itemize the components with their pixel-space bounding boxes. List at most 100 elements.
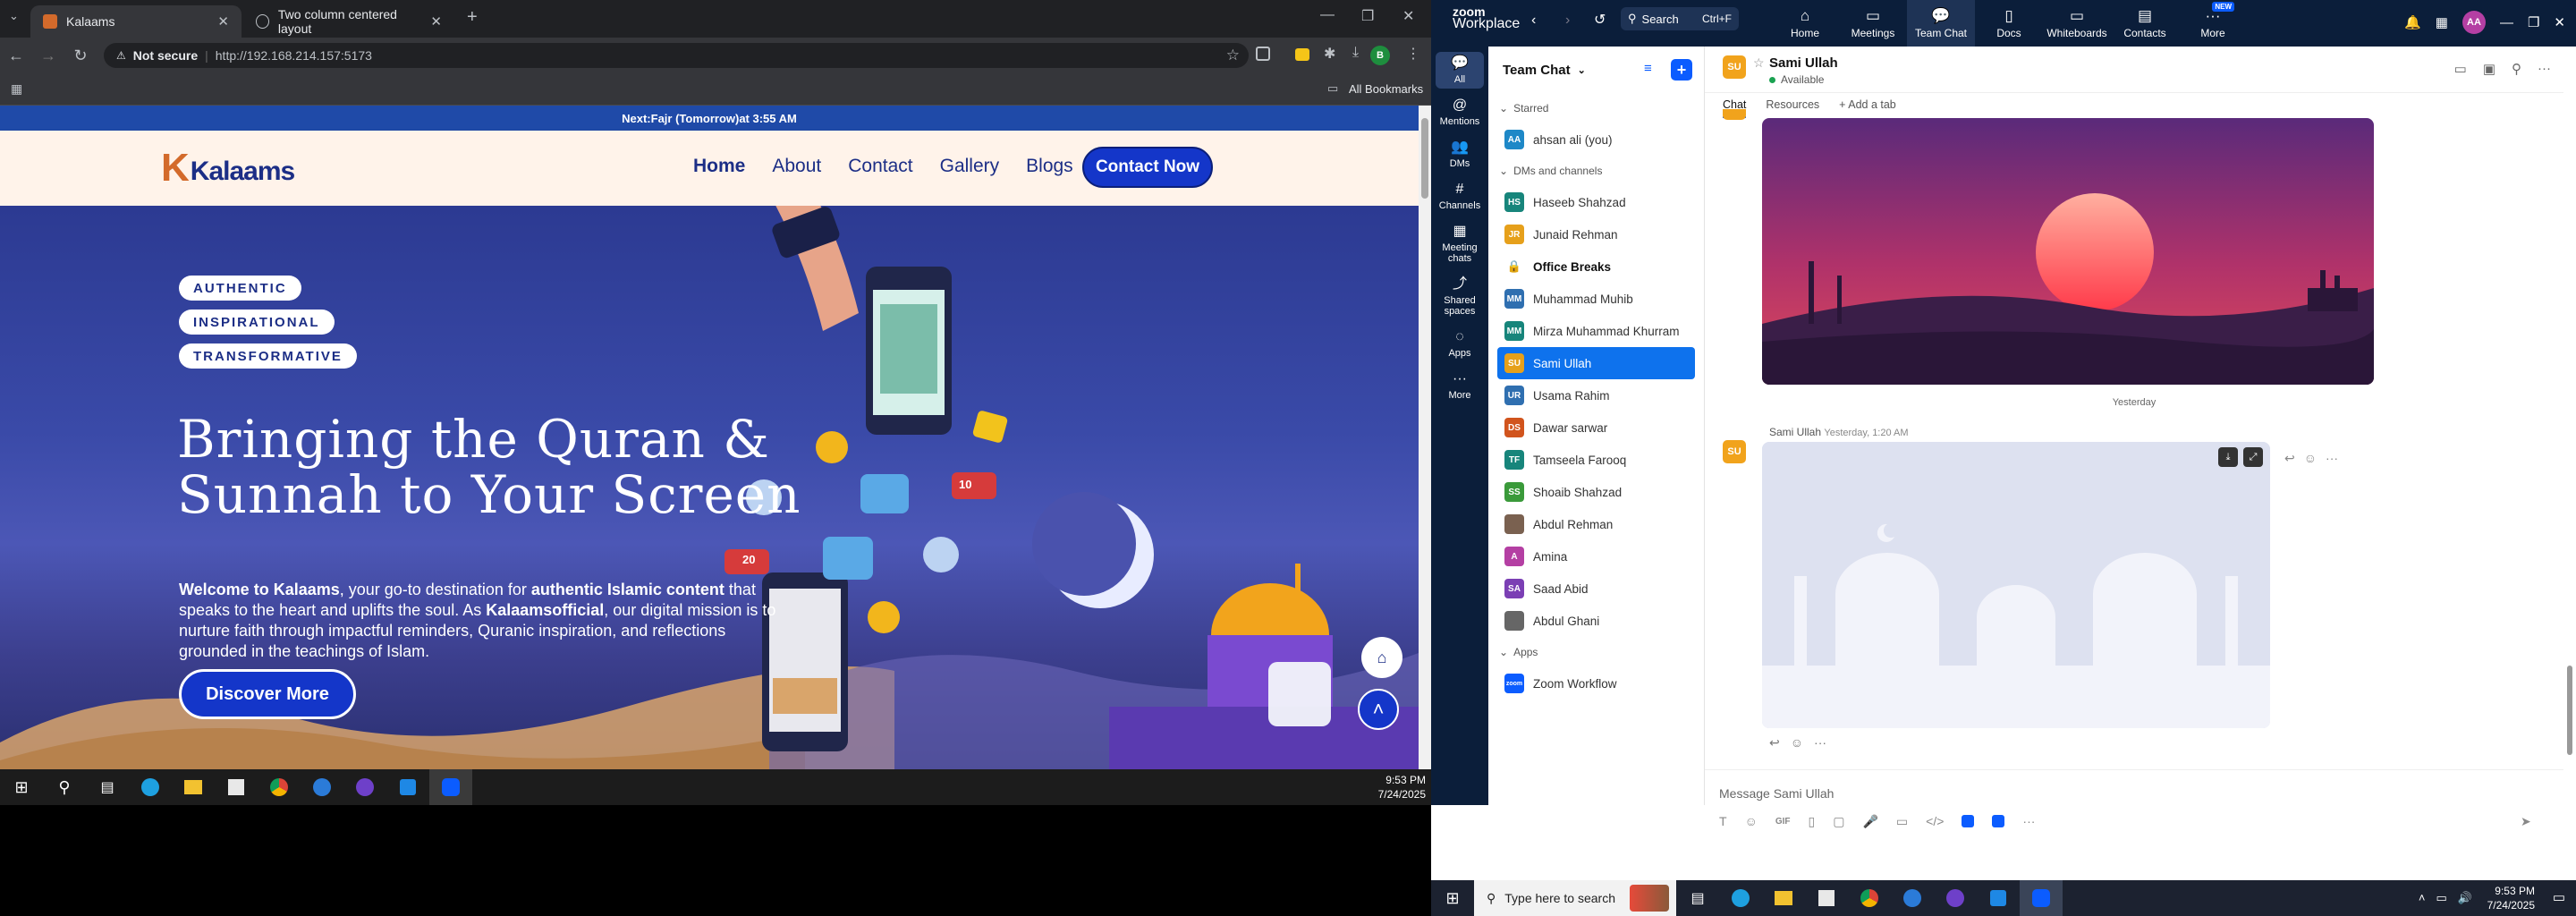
- taskbar-clock[interactable]: 9:53 PM 7/24/2025: [2487, 884, 2535, 912]
- scrollbar-thumb[interactable]: [1421, 118, 1428, 199]
- all-bookmarks[interactable]: All Bookmarks: [1349, 82, 1423, 96]
- mosque-image-message[interactable]: ⤓ ⤢: [1762, 442, 2270, 728]
- reply-icon[interactable]: ↩: [1769, 735, 1780, 751]
- video-call-icon[interactable]: ▭: [2454, 61, 2467, 77]
- app-icon[interactable]: [1891, 880, 1934, 916]
- close-window-icon[interactable]: ✕: [2554, 14, 2565, 30]
- channel-item[interactable]: 🔒 Office Breaks: [1488, 250, 1704, 283]
- bookmark-star-icon[interactable]: ☆: [1226, 47, 1240, 64]
- gif-icon[interactable]: GIF: [1775, 817, 1791, 827]
- conversation-item[interactable]: MM Muhammad Muhib: [1488, 283, 1704, 315]
- calendar-icon[interactable]: ▦: [2436, 14, 2448, 30]
- send-icon[interactable]: ➤: [2521, 814, 2531, 829]
- minimize-icon[interactable]: —: [1320, 7, 1335, 23]
- conversation-item[interactable]: SA Saad Abid: [1488, 572, 1704, 605]
- nav-contacts[interactable]: ▤ Contacts: [2111, 0, 2179, 47]
- file-explorer-icon[interactable]: [1762, 880, 1805, 916]
- nav-docs[interactable]: ▯ Docs: [1975, 0, 2043, 47]
- nav-team-chat[interactable]: 💬 Team Chat: [1907, 0, 1975, 47]
- conversation-item[interactable]: TF Tamseela Farooq: [1488, 444, 1704, 476]
- network-icon[interactable]: ▭: [2436, 891, 2447, 905]
- profile-avatar[interactable]: B: [1370, 46, 1390, 65]
- vscode-icon[interactable]: [386, 769, 429, 805]
- file-icon[interactable]: ▯: [1809, 814, 1816, 829]
- more-icon[interactable]: ···: [2538, 61, 2551, 77]
- nav-whiteboards[interactable]: ▭ Whiteboards: [2043, 0, 2111, 47]
- nav-meetings[interactable]: ▭ Meetings: [1839, 0, 1907, 47]
- chevron-down-icon[interactable]: ⌄: [1578, 64, 1586, 76]
- mosque-fab-icon[interactable]: ⌂: [1361, 637, 1402, 678]
- star-icon[interactable]: ☆: [1753, 55, 1765, 71]
- edge-icon[interactable]: [1719, 880, 1762, 916]
- extension-icon[interactable]: [1295, 48, 1309, 61]
- more-icon[interactable]: ···: [1814, 735, 1826, 751]
- conversation-item[interactable]: DS Dawar sarwar: [1488, 411, 1704, 444]
- format-icon[interactable]: T: [1719, 814, 1727, 828]
- reload-icon[interactable]: ↻: [64, 47, 97, 65]
- nav-home[interactable]: ⌂ Home: [1771, 0, 1839, 47]
- screenshot-icon[interactable]: ▢: [1833, 814, 1844, 829]
- download-icon[interactable]: ⤓: [2218, 447, 2238, 467]
- reply-icon[interactable]: ↩: [2284, 451, 2295, 466]
- tab-resources[interactable]: Resources: [1766, 98, 1819, 111]
- more-icon[interactable]: ···: [2022, 814, 2035, 828]
- history-icon[interactable]: ↺: [1594, 11, 1606, 29]
- back-icon[interactable]: ‹: [1531, 13, 1536, 29]
- github-icon[interactable]: [343, 769, 386, 805]
- emoji-icon[interactable]: ☺: [1791, 735, 1803, 751]
- message-composer[interactable]: Message Sami Ullah: [1705, 769, 2563, 805]
- conversation-item[interactable]: SU Sami Ullah: [1497, 347, 1695, 379]
- nav-more[interactable]: NEW ··· More: [2179, 0, 2247, 47]
- app-icon[interactable]: [1992, 815, 2005, 827]
- new-tab-icon[interactable]: +: [467, 7, 478, 28]
- github-icon[interactable]: [1934, 880, 1977, 916]
- rail-mentions[interactable]: @ Mentions: [1431, 89, 1488, 131]
- mic-icon[interactable]: 🎤: [1862, 814, 1877, 829]
- maximize-icon[interactable]: ❐: [2528, 14, 2539, 30]
- vscode-icon[interactable]: [1977, 880, 2020, 916]
- nav-gallery[interactable]: Gallery: [940, 156, 1000, 177]
- forward-icon[interactable]: →: [32, 47, 64, 65]
- store-icon[interactable]: [215, 769, 258, 805]
- zoom-search[interactable]: ⚲ Search Ctrl+F: [1621, 7, 1739, 30]
- contact-now-button[interactable]: Contact Now: [1082, 147, 1213, 188]
- chevron-up-icon[interactable]: ˄: [2419, 891, 2426, 905]
- bell-icon[interactable]: 🔔: [2404, 14, 2421, 30]
- tab-search-icon[interactable]: ⌄: [9, 9, 19, 23]
- close-tab-icon[interactable]: ✕: [430, 13, 442, 30]
- edge-icon[interactable]: [129, 769, 172, 805]
- section-apps[interactable]: ⌄ Apps: [1488, 637, 1704, 667]
- sunset-image-message[interactable]: [1762, 118, 2374, 385]
- add-tab[interactable]: + Add a tab: [1839, 98, 1896, 111]
- code-icon[interactable]: </>: [1926, 814, 1944, 828]
- zoom-taskbar-icon[interactable]: [2020, 880, 2063, 916]
- rail-dms[interactable]: 👥 DMs: [1431, 131, 1488, 173]
- section-dms[interactable]: ⌄ DMs and channels: [1488, 156, 1704, 186]
- contact-avatar[interactable]: SU: [1723, 55, 1746, 79]
- nav-contact[interactable]: Contact: [848, 156, 912, 177]
- emoji-icon[interactable]: ☺: [1745, 814, 1758, 828]
- nav-home[interactable]: Home: [693, 156, 745, 177]
- contact-name[interactable]: Sami Ullah: [1769, 55, 1838, 71]
- extensions-puzzle-icon[interactable]: ✱: [1324, 45, 1335, 63]
- conversation-item[interactable]: UR Usama Rahim: [1488, 379, 1704, 411]
- section-starred[interactable]: ⌄ Starred: [1488, 93, 1704, 123]
- taskbar-clock[interactable]: 9:53 PM 7/24/2025: [1378, 773, 1426, 802]
- task-view-icon[interactable]: ▤: [1676, 880, 1719, 916]
- menu-kebab-icon[interactable]: ⋮: [1406, 45, 1420, 63]
- conversation-item[interactable]: AA ahsan ali (you): [1488, 123, 1704, 156]
- scroll-to-top-button[interactable]: ˄: [1358, 689, 1399, 730]
- search-icon[interactable]: ⚲: [2512, 61, 2521, 77]
- taskbar-search[interactable]: ⚲ Type here to search: [1474, 880, 1676, 916]
- scrollbar-thumb[interactable]: [2567, 666, 2572, 755]
- emoji-icon[interactable]: ☺: [2304, 451, 2317, 466]
- downloads-icon[interactable]: ⤓: [1352, 45, 1359, 61]
- expand-icon[interactable]: ⤢: [2243, 447, 2263, 467]
- close-tab-icon[interactable]: ✕: [217, 13, 229, 30]
- tab-two-column[interactable]: Two column centered layout ✕: [243, 5, 454, 38]
- video-message-icon[interactable]: ▭: [1896, 814, 1908, 829]
- rail-apps[interactable]: ◌ Apps: [1431, 320, 1488, 362]
- conversation-item[interactable]: Abdul Rehman: [1488, 508, 1704, 540]
- discover-more-button[interactable]: Discover More: [179, 669, 356, 719]
- store-icon[interactable]: [1805, 880, 1848, 916]
